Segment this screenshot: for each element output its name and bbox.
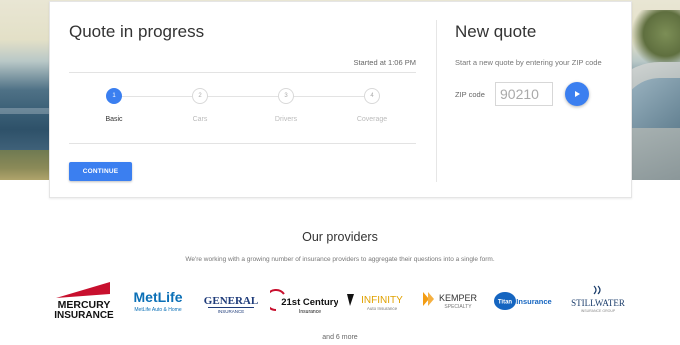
step-number: 2	[198, 93, 202, 99]
svg-text:INSURANCE: INSURANCE	[218, 309, 245, 314]
svg-text:SPECIALTY: SPECIALTY	[444, 304, 472, 310]
step-4-circle[interactable]: 4	[364, 88, 380, 104]
step-2-label: Cars	[192, 116, 208, 123]
svg-text:GENERAL: GENERAL	[204, 295, 258, 307]
svg-text:INSURANCE: INSURANCE	[54, 310, 114, 321]
zip-input[interactable]	[495, 82, 553, 106]
infinity-logo: INFINITY Auto Insurance	[344, 280, 410, 322]
step-2-circle[interactable]: 2	[192, 88, 208, 104]
general-insurance-logo: GENERAL INSURANCE	[200, 280, 262, 322]
step-number: 1	[112, 93, 116, 99]
more-providers-text: and 6 more	[322, 334, 358, 341]
metlife-logo: MetLife MetLife Auto & Home	[126, 280, 190, 322]
zip-label: ZIP code	[455, 90, 485, 99]
step-number: 3	[284, 93, 288, 99]
mercury-logo-mark: MERCURY INSURANCE	[54, 282, 114, 321]
play-arrow-icon	[575, 91, 580, 97]
stepper-track	[114, 96, 372, 97]
metlife-logo-mark: MetLife MetLife Auto & Home	[134, 289, 183, 313]
kemper-logo: KEMPER SPECIALTY	[420, 280, 482, 322]
svg-text:Insurance: Insurance	[299, 309, 321, 315]
step-3-label: Drivers	[274, 116, 298, 123]
continue-button[interactable]: CONTINUE	[69, 162, 132, 181]
21st-century-logo: 21st Century Insurance	[270, 280, 338, 322]
svg-text:Titan: Titan	[498, 300, 513, 306]
svg-text:INSURANCE GROUP: INSURANCE GROUP	[581, 309, 616, 313]
svg-text:21st Century: 21st Century	[281, 297, 338, 308]
started-time: Started at 1:06 PM	[353, 58, 416, 67]
svg-text:MetLife: MetLife	[134, 289, 183, 305]
step-number: 4	[370, 93, 374, 99]
divider	[69, 72, 416, 73]
quote-title: Quote in progress	[69, 22, 205, 41]
step-1-label: Basic	[105, 116, 123, 123]
svg-text:MetLife Auto & Home: MetLife Auto & Home	[134, 307, 181, 313]
svg-text:STILLWATER: STILLWATER	[571, 298, 625, 308]
tree-foliage	[632, 10, 680, 70]
providers-description: We're working with a growing number of i…	[185, 256, 495, 263]
divider	[69, 143, 416, 144]
svg-text:INFINITY: INFINITY	[361, 295, 403, 306]
go-button[interactable]	[565, 82, 589, 106]
stillwater-logo: STILLWATER INSURANCE GROUP	[566, 280, 630, 322]
providers-title: Our providers	[302, 230, 378, 244]
stillwater-logo-mark: STILLWATER INSURANCE GROUP	[571, 285, 625, 313]
titan-insurance-logo: Titan Insurance	[492, 280, 558, 322]
kemper-logo-mark: KEMPER SPECIALTY	[423, 292, 478, 310]
titan-logo-mark: Titan Insurance	[494, 292, 552, 310]
quote-card: Quote in progress Started at 1:06 PM 1 2…	[49, 1, 632, 198]
vertical-divider	[436, 20, 437, 182]
new-quote-description: Start a new quote by entering your ZIP c…	[455, 58, 602, 67]
svg-text:Insurance: Insurance	[516, 297, 551, 306]
svg-text:KEMPER: KEMPER	[439, 293, 478, 303]
step-3-circle[interactable]: 3	[278, 88, 294, 104]
21st-century-logo-mark: 21st Century Insurance	[270, 289, 338, 315]
general-logo-mark: GENERAL INSURANCE	[204, 295, 258, 314]
step-1-circle[interactable]: 1	[106, 88, 122, 104]
svg-text:Auto Insurance: Auto Insurance	[367, 306, 398, 311]
new-quote-title: New quote	[455, 22, 537, 41]
step-4-label: Coverage	[356, 116, 388, 123]
infinity-logo-mark: INFINITY Auto Insurance	[347, 294, 403, 311]
mercury-insurance-logo: MERCURY INSURANCE	[50, 280, 118, 322]
